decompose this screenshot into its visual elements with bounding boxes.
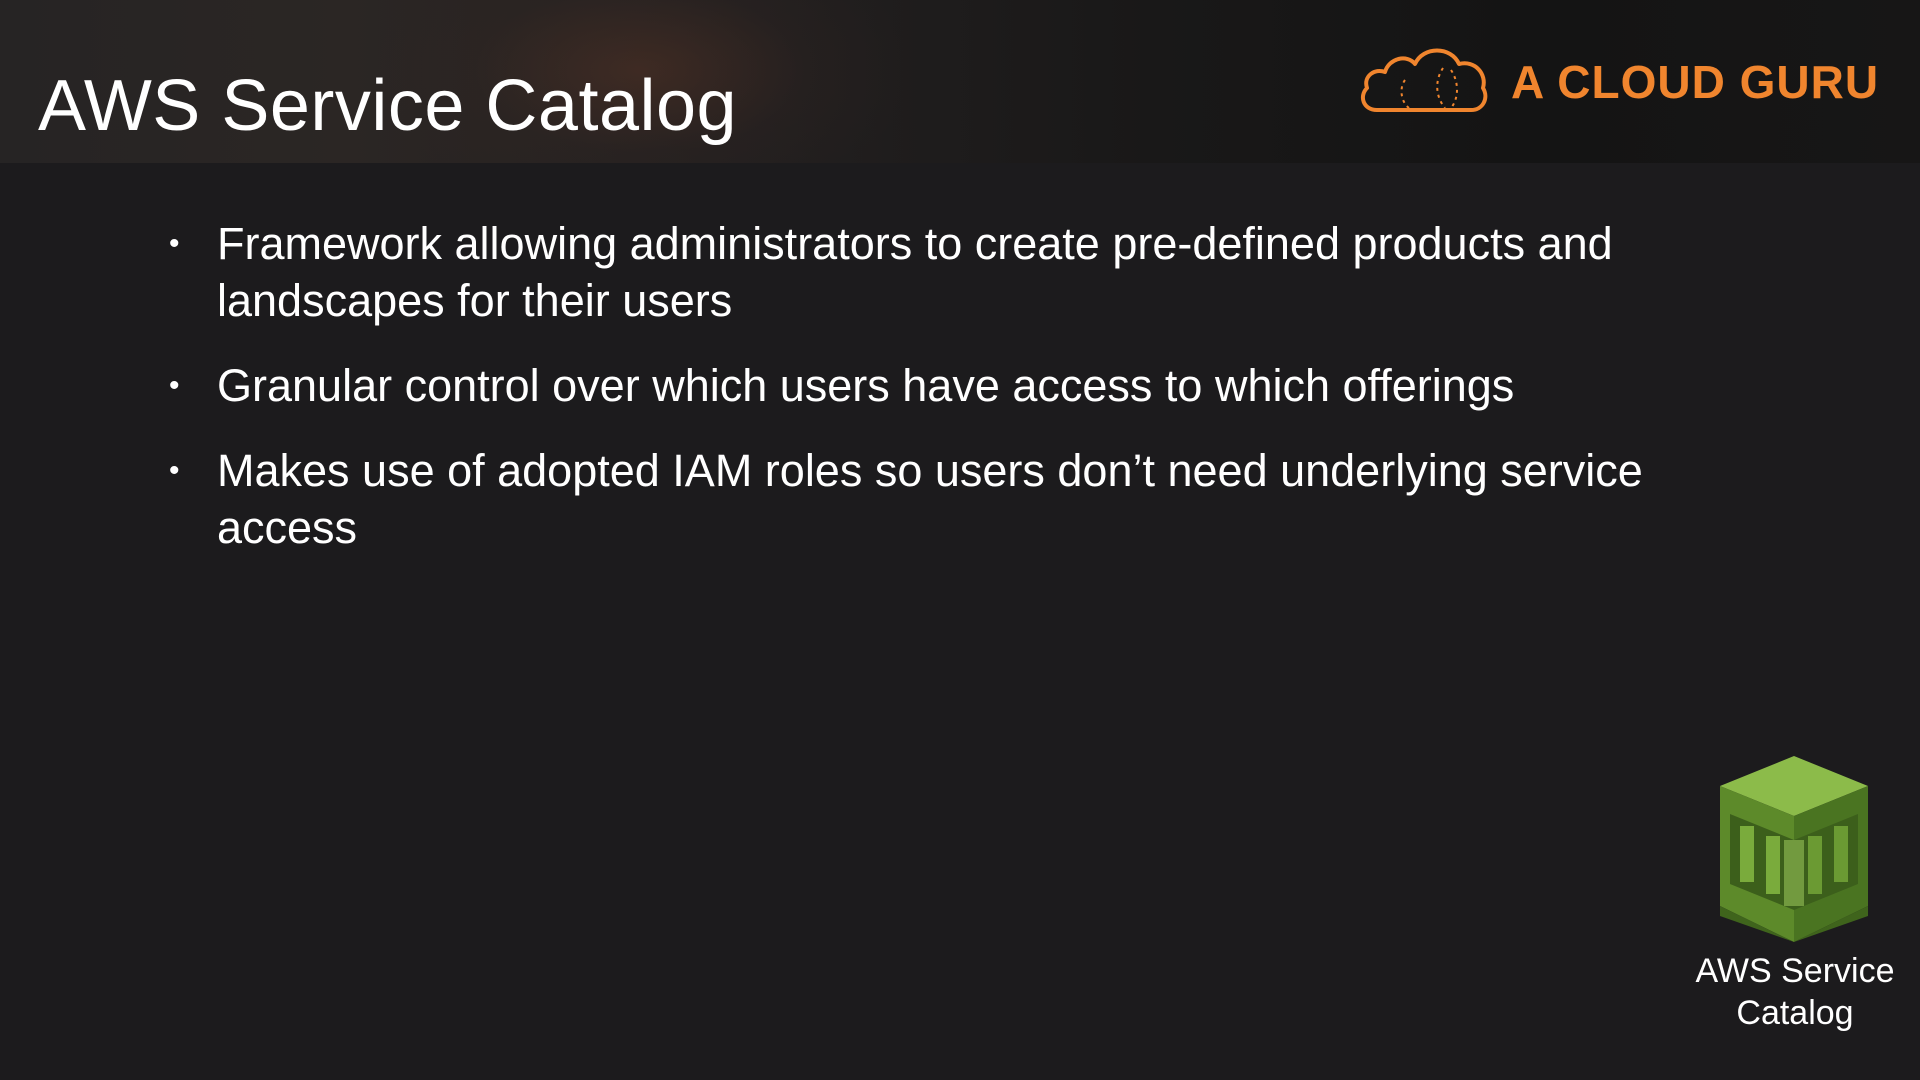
bullet-item: • Framework allowing administrators to c…: [165, 215, 1645, 329]
bullet-dot-icon: •: [169, 227, 180, 260]
cloud-logo-icon: [1360, 48, 1488, 112]
bullet-text: Framework allowing administrators to cre…: [217, 218, 1613, 326]
bullet-text: Granular control over which users have a…: [217, 360, 1515, 411]
aws-service-catalog-icon: [1720, 756, 1868, 942]
brand-name: A CLOUD GURU: [1511, 56, 1880, 108]
bullet-dot-icon: •: [169, 369, 180, 402]
service-icon-label: AWS Service Catalog: [1680, 950, 1910, 1034]
brand-logo: A CLOUD GURU: [1355, 40, 1879, 124]
bullet-item: • Makes use of adopted IAM roles so user…: [165, 442, 1645, 556]
service-label-line2: Catalog: [1736, 994, 1854, 1032]
service-label-line1: AWS Service: [1695, 952, 1895, 990]
bullet-item: • Granular control over which users have…: [165, 357, 1645, 414]
bullet-dot-icon: •: [169, 454, 180, 487]
bullet-list: • Framework allowing administrators to c…: [165, 215, 1645, 584]
slide-title: AWS Service Catalog: [38, 66, 738, 146]
bullet-text: Makes use of adopted IAM roles so users …: [217, 445, 1643, 553]
